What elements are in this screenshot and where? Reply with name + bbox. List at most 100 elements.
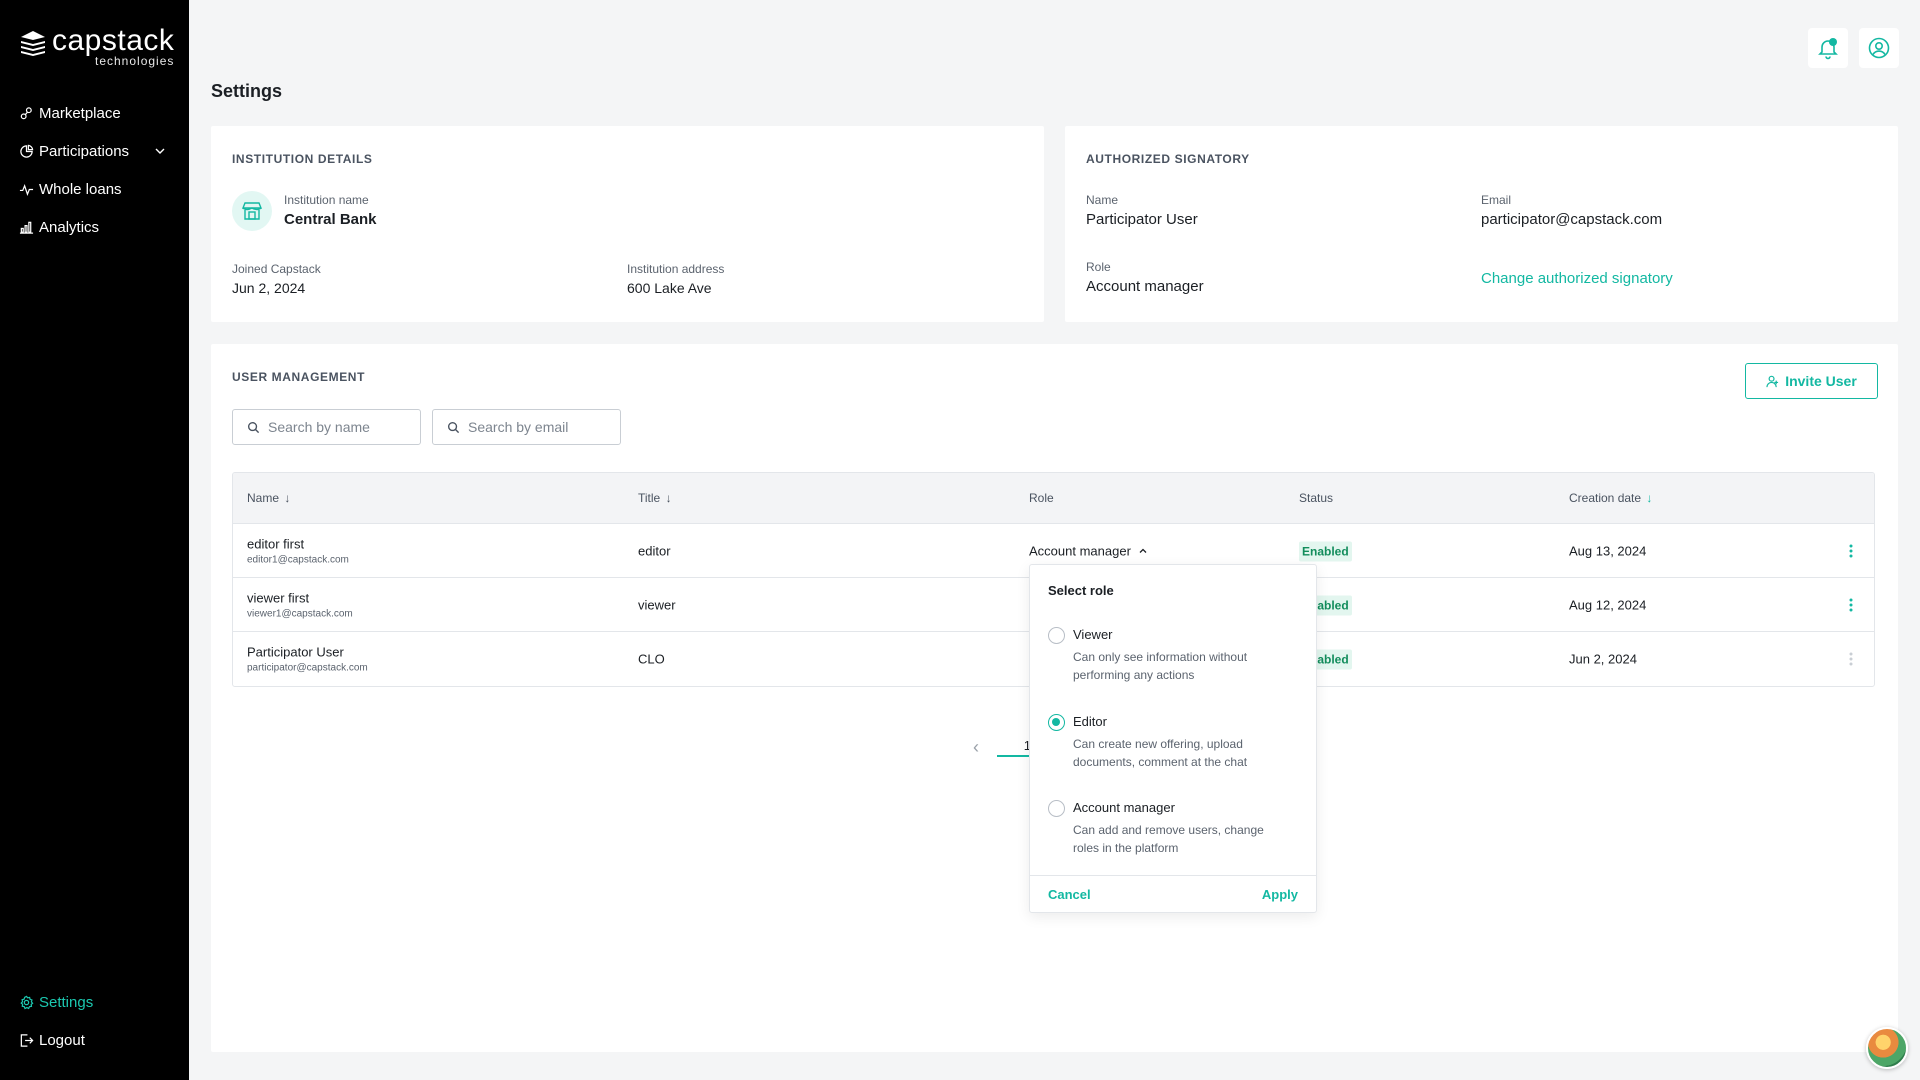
sidebar-item-label: Settings <box>39 993 94 1011</box>
sidebar-item-label: Marketplace <box>39 104 121 122</box>
prev-page-button[interactable]: ‹ <box>973 737 979 758</box>
user-name: Participator User <box>247 644 344 660</box>
sidebar-item-label: Whole loans <box>39 180 122 198</box>
profile-button[interactable] <box>1859 28 1899 68</box>
more-vertical-icon[interactable] <box>1849 652 1853 666</box>
user-name-cell: viewer first viewer1@capstack.com <box>247 590 353 619</box>
capstack-logo-icon <box>21 31 45 56</box>
signatory-name-field: Name Participator User <box>1086 193 1198 228</box>
users-section-title: USER MANAGEMENT <box>232 370 366 384</box>
signatory-role-value: Account manager <box>1086 278 1204 295</box>
invite-user-button[interactable]: Invite User <box>1745 363 1878 399</box>
brand-sub: technologies <box>95 54 175 68</box>
institution-avatar <box>232 191 272 231</box>
creation-date: Jun 2, 2024 <box>1569 651 1637 667</box>
option-label: Editor <box>1073 714 1107 729</box>
sort-arrow-icon: ↓ <box>665 491 672 505</box>
user-email: editor1@capstack.com <box>247 554 349 565</box>
apply-button[interactable]: Apply <box>1262 887 1298 902</box>
more-vertical-icon[interactable] <box>1849 544 1853 558</box>
signatory-section-title: AUTHORIZED SIGNATORY <box>1086 152 1250 166</box>
joined-field: Joined Capstack Jun 2, 2024 <box>232 262 321 296</box>
marketplace-icon <box>20 106 32 119</box>
search-by-email[interactable] <box>432 409 621 445</box>
status-badge: Enabled <box>1299 541 1352 561</box>
user-title: editor <box>638 543 671 558</box>
creation-date: Aug 12, 2024 <box>1569 597 1647 612</box>
user-name-cell: editor first editor1@capstack.com <box>247 536 349 565</box>
signatory-role-label: Role <box>1086 260 1111 274</box>
sidebar-nav: Marketplace Participations Whole loans A… <box>0 94 189 246</box>
joined-label: Joined Capstack <box>232 262 321 276</box>
joined-value: Jun 2, 2024 <box>232 280 306 296</box>
status-badge-label: Enabled <box>1299 541 1352 561</box>
page-number[interactable]: 1 <box>997 738 1031 757</box>
institution-name-field: Institution name Central Bank <box>284 193 377 228</box>
change-signatory-link[interactable]: Change authorized signatory <box>1481 270 1673 287</box>
col-name-header[interactable]: Name ↓ <box>247 491 290 505</box>
sort-arrow-icon: ↓ <box>1646 491 1653 505</box>
user-name-cell: Participator User participator@capstack.… <box>247 645 368 674</box>
page-title: Settings <box>211 81 283 101</box>
user-email: participator@capstack.com <box>247 662 368 674</box>
bell-icon <box>1818 38 1838 60</box>
signatory-role-field: Role Account manager <box>1086 260 1204 295</box>
sidebar-bottom-nav: Settings Logout <box>0 983 189 1059</box>
search-by-name[interactable] <box>232 409 421 445</box>
user-email: viewer1@capstack.com <box>247 608 353 619</box>
address-value: 600 Lake Ave <box>627 280 712 296</box>
sidebar-item-label: Logout <box>39 1031 85 1049</box>
dropdown-footer: Cancel Apply <box>1030 875 1316 913</box>
sidebar-item-settings[interactable]: Settings <box>0 983 189 1021</box>
table-header: Name ↓ Title ↓ Role Status Creation date… <box>233 473 1874 524</box>
dropdown-title: Select role <box>1048 583 1114 598</box>
option-desc: Can create new offering, upload document… <box>1073 737 1248 769</box>
sort-arrow-icon: ↓ <box>284 491 291 505</box>
signatory-email-field: Email participator@capstack.com <box>1481 193 1662 228</box>
col-title-label: Title <box>638 491 661 505</box>
radio-editor[interactable] <box>1048 714 1065 731</box>
brand-logo[interactable]: capstack technologies <box>18 26 174 68</box>
radio-viewer[interactable] <box>1048 627 1065 644</box>
col-created-header[interactable]: Creation date ↓ <box>1569 491 1652 505</box>
user-title: CLO <box>638 651 665 667</box>
option-label: Account manager <box>1073 800 1175 815</box>
sidebar: capstack technologies Marketplace Partic… <box>0 0 189 1080</box>
address-label: Institution address <box>627 262 725 276</box>
role-select[interactable]: Account manager <box>1029 543 1149 558</box>
option-desc: Can only see information without perform… <box>1073 650 1248 682</box>
search-name-input[interactable] <box>268 419 408 435</box>
assistant-avatar[interactable] <box>1866 1027 1908 1069</box>
radio-account-manager[interactable] <box>1048 800 1065 817</box>
sidebar-item-label: Analytics <box>39 218 100 236</box>
sidebar-item-analytics[interactable]: Analytics <box>0 208 189 246</box>
user-name: editor first <box>247 536 305 551</box>
signatory-name-value: Participator User <box>1086 211 1198 228</box>
search-icon <box>247 421 260 433</box>
col-created-label: Creation date <box>1569 491 1642 505</box>
option-label: Viewer <box>1073 627 1113 642</box>
col-role-header: Role <box>1029 491 1054 505</box>
chevron-up-icon <box>1139 548 1147 553</box>
creation-date: Aug 13, 2024 <box>1569 543 1647 558</box>
user-circle-icon <box>1868 37 1890 59</box>
authorized-signatory-card: AUTHORIZED SIGNATORY Name Participator U… <box>1065 126 1898 322</box>
sidebar-item-label: Participations <box>39 142 130 160</box>
sidebar-item-logout[interactable]: Logout <box>0 1021 189 1059</box>
signatory-email-value: participator@capstack.com <box>1481 211 1663 228</box>
sidebar-item-marketplace[interactable]: Marketplace <box>0 94 189 132</box>
col-status-header: Status <box>1299 491 1334 505</box>
option-desc: Can add and remove users, change roles i… <box>1073 823 1264 855</box>
add-user-icon <box>1766 375 1779 387</box>
col-title-header[interactable]: Title ↓ <box>638 491 672 505</box>
more-vertical-icon[interactable] <box>1849 598 1853 612</box>
chevron-down-icon[interactable] <box>153 144 167 158</box>
brand-name: capstack <box>52 24 175 57</box>
invite-user-label: Invite User <box>1785 373 1857 389</box>
sidebar-item-participations[interactable]: Participations <box>0 132 189 170</box>
search-email-input[interactable] <box>468 419 608 435</box>
cancel-button[interactable]: Cancel <box>1048 887 1091 902</box>
notifications-button[interactable] <box>1808 28 1848 68</box>
role-select-value: Account manager <box>1029 543 1131 558</box>
sidebar-item-whole-loans[interactable]: Whole loans <box>0 170 189 208</box>
